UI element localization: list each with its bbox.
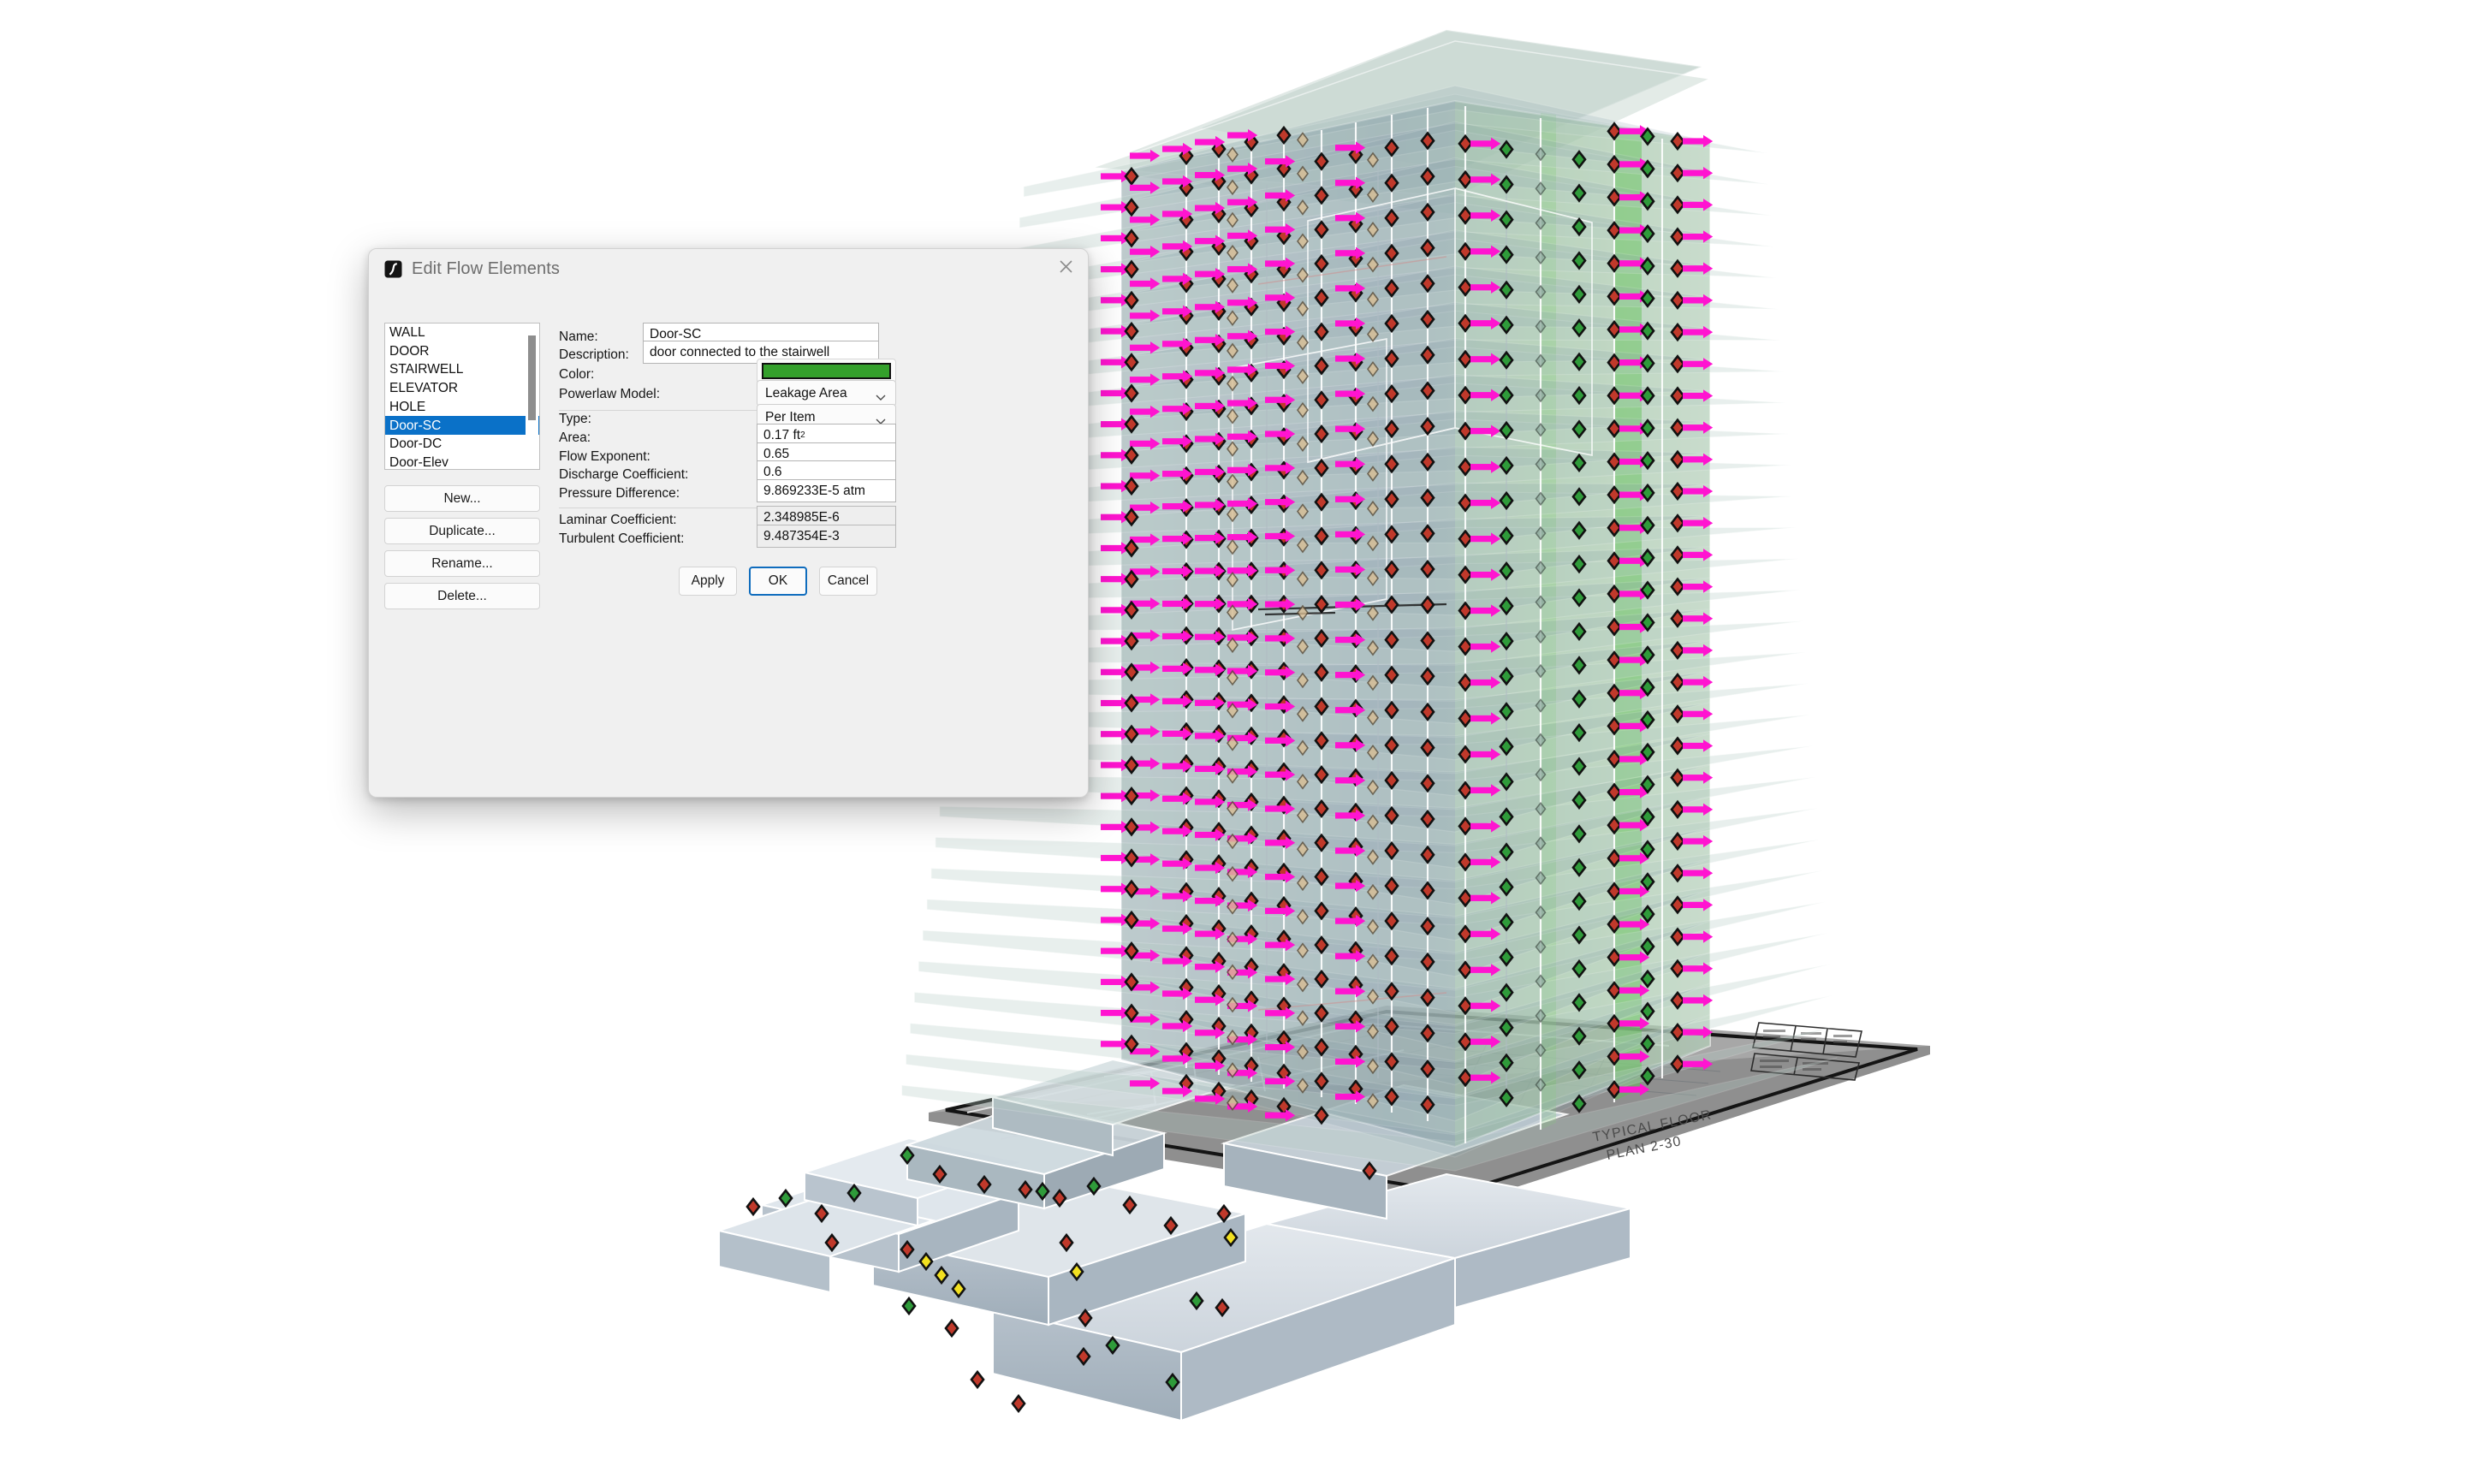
area-value: 0.17 ft — [763, 427, 801, 442]
name-label: Name: — [559, 329, 598, 344]
delete-button[interactable]: Delete... — [384, 583, 540, 609]
color-swatch — [762, 363, 891, 379]
flow-elements-list[interactable]: WALL DOOR STAIRWELL ELEVATOR HOLE Door-SC Door… — [384, 323, 540, 470]
list-item[interactable]: Door-Elev — [385, 454, 539, 469]
dialog-title: Edit Flow Elements — [412, 259, 560, 278]
area-label: Area: — [559, 430, 591, 445]
edit-flow-elements-dialog[interactable]: Edit Flow Elements WALL DOOR STAIRWELL ELEV… — [368, 248, 1089, 798]
type-value: Per Item — [765, 409, 816, 424]
dialog-titlebar[interactable]: Edit Flow Elements — [369, 249, 1088, 289]
rename-button[interactable]: Rename... — [384, 550, 540, 577]
cancel-button[interactable]: Cancel — [819, 567, 877, 596]
pressure-difference-input[interactable]: 9.869233E-5 atm — [757, 479, 896, 502]
new-button[interactable]: New... — [384, 485, 540, 512]
list-scrollbar-thumb[interactable] — [528, 335, 536, 420]
list-item[interactable]: WALL — [385, 324, 539, 342]
close-icon[interactable] — [1043, 249, 1088, 283]
flow-exponent-label: Flow Exponent: — [559, 449, 650, 464]
type-label: Type: — [559, 412, 591, 426]
turbulent-coefficient-value: 9.487354E-3 — [757, 525, 896, 548]
apply-button[interactable]: Apply — [679, 567, 737, 596]
pressure-difference-label: Pressure Difference: — [559, 486, 680, 501]
list-item[interactable]: ELEVATOR — [385, 379, 539, 398]
color-label: Color: — [559, 367, 595, 382]
powerlaw-model-select[interactable]: Leakage Area — [757, 380, 896, 407]
list-item[interactable]: HOLE — [385, 398, 539, 417]
laminar-coefficient-label: Laminar Coefficient: — [559, 513, 677, 527]
list-item[interactable]: Door-SC — [385, 416, 539, 436]
list-item[interactable]: DOOR — [385, 342, 539, 361]
list-item[interactable]: Door-DC — [385, 435, 539, 454]
powerlaw-model-value: Leakage Area — [765, 385, 847, 401]
description-label: Description: — [559, 347, 629, 362]
area-unit-exponent: 2 — [800, 430, 805, 440]
discharge-coefficient-label: Discharge Coefficient: — [559, 467, 689, 482]
powerlaw-model-label: Powerlaw Model: — [559, 387, 661, 401]
list-item[interactable]: STAIRWELL — [385, 360, 539, 379]
list-scrollbar-track[interactable] — [526, 324, 538, 468]
turbulent-coefficient-label: Turbulent Coefficient: — [559, 531, 685, 546]
duplicate-button[interactable]: Duplicate... — [384, 518, 540, 544]
flow-element-icon — [384, 260, 402, 278]
ok-button[interactable]: OK — [749, 567, 807, 596]
